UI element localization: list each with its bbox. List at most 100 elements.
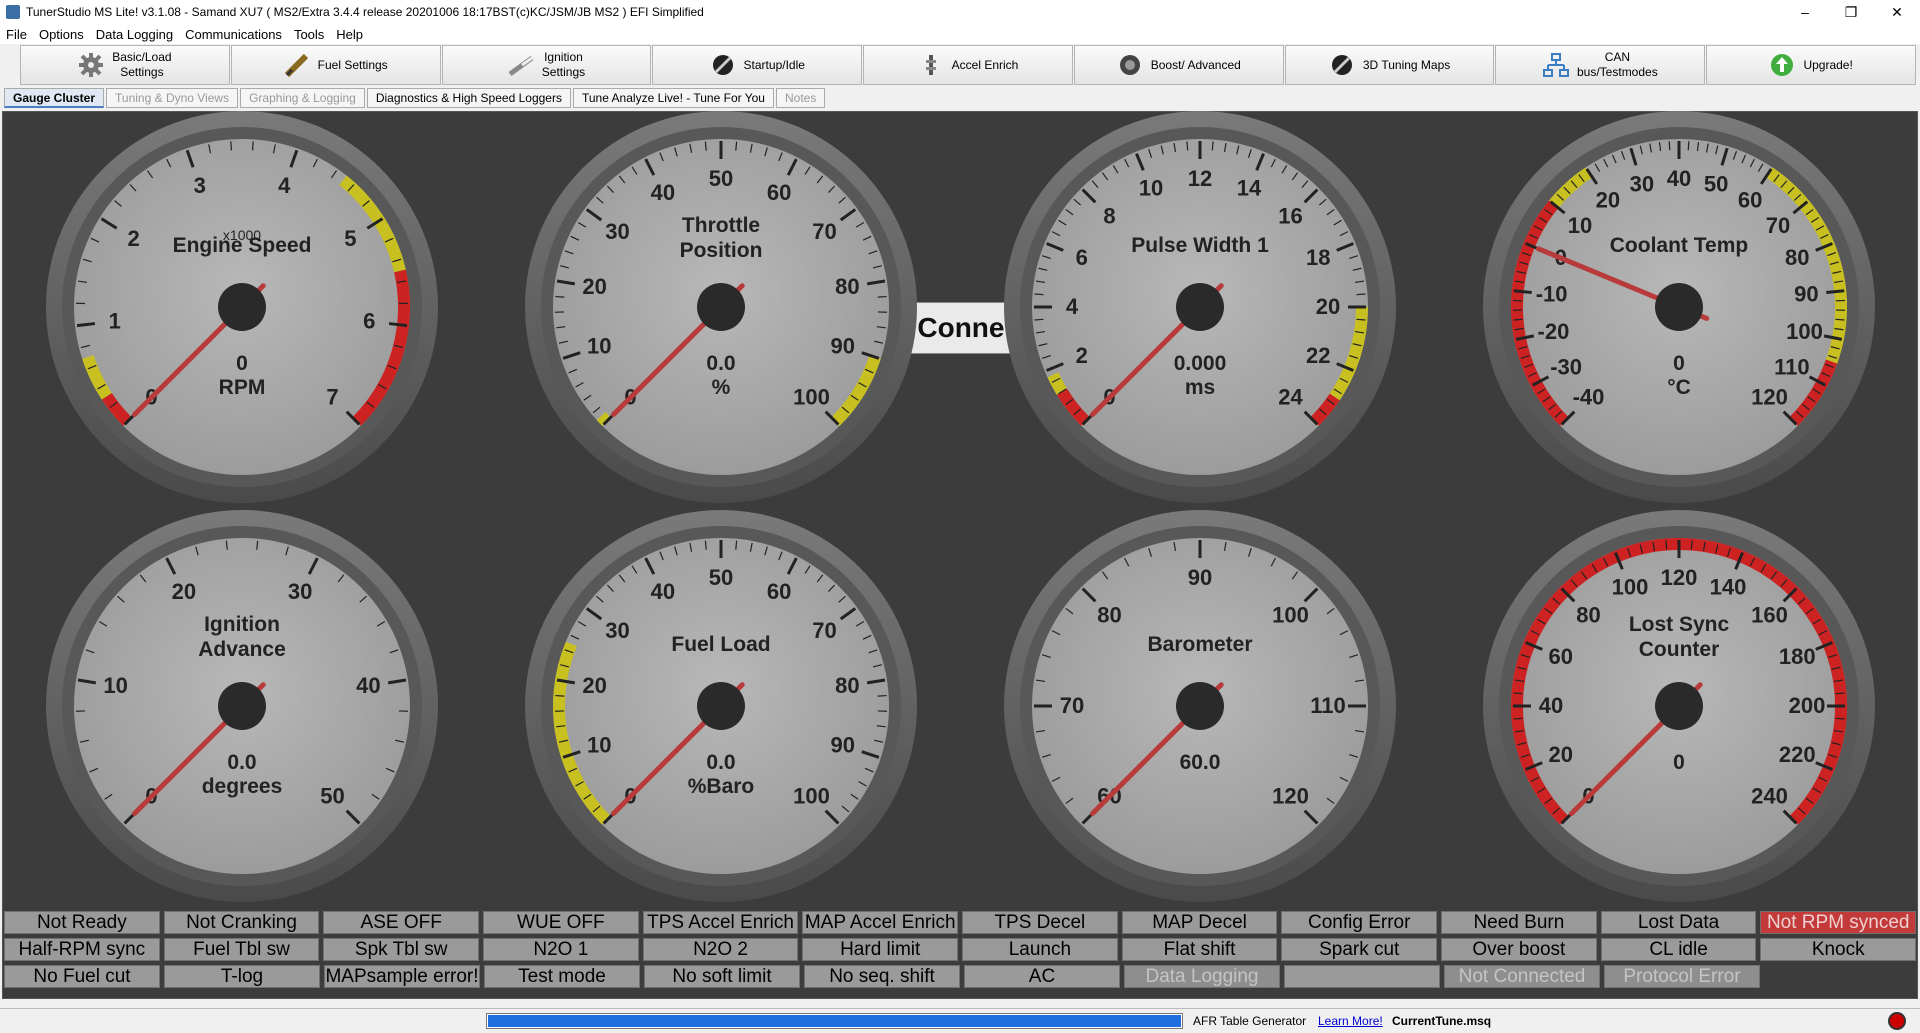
toolbar-button-label: CAN bus/Testmodes bbox=[1577, 50, 1658, 79]
toolbar-button-ignition-settings[interactable]: Ignition Settings bbox=[441, 45, 652, 85]
gauge-major-tick bbox=[1826, 289, 1845, 294]
wrench-icon bbox=[710, 52, 736, 78]
tab-tuning-dyno-views[interactable]: Tuning & Dyno Views bbox=[106, 88, 239, 108]
gauge-minor-tick bbox=[225, 540, 228, 550]
toolbar-button-fuel-settings[interactable]: Fuel Settings bbox=[230, 45, 441, 85]
gauge-tick-label: 20 bbox=[582, 274, 606, 299]
gauge-value: 0.0 bbox=[706, 352, 735, 375]
learn-more-link[interactable]: Learn More! bbox=[1318, 1014, 1383, 1028]
toolbar-button-label: Fuel Settings bbox=[317, 57, 388, 72]
gauge-minor-tick bbox=[704, 141, 707, 151]
indicator-ac: AC bbox=[964, 965, 1120, 988]
gauge-minor-tick bbox=[1687, 141, 1690, 151]
indicator-map-decel: MAP Decel bbox=[1121, 911, 1278, 934]
gauge-major-tick bbox=[388, 322, 408, 328]
gauge-tick-label: 60 bbox=[767, 579, 791, 604]
tab-gauge-cluster[interactable]: Gauge Cluster bbox=[4, 88, 105, 108]
toolbar-button-label: Boost/ Advanced bbox=[1150, 57, 1241, 72]
gauge-tick-label: 50 bbox=[320, 784, 344, 809]
toolbar-button-3d-tuning-maps[interactable]: 3D Tuning Maps bbox=[1284, 45, 1495, 85]
gauge-tick-label: 4 bbox=[278, 173, 291, 198]
gauge-tick-label: 40 bbox=[651, 180, 675, 205]
gauge-svg: 0102030405060708090100ThrottlePosition0.… bbox=[525, 111, 917, 503]
menu-file[interactable]: File bbox=[0, 27, 33, 42]
gauge-minor-tick bbox=[1665, 540, 1668, 550]
indicator-knock: Knock bbox=[1760, 938, 1917, 961]
gauge-tick-label: 80 bbox=[1785, 245, 1809, 270]
gauge-tick-label: 10 bbox=[1139, 176, 1163, 201]
gauge-throttle-position: 0102030405060708090100ThrottlePosition0.… bbox=[521, 107, 921, 507]
gauge-minor-tick bbox=[1513, 692, 1523, 695]
gauge-tick-label: 70 bbox=[1766, 213, 1790, 238]
gauge-value: 0.000 bbox=[1174, 352, 1227, 375]
gauge-svg: 0 20 40 6080 100 120 140160 180 200 220 240 Lost Sy… bbox=[1483, 510, 1875, 902]
gauge-tick-label: 10 bbox=[103, 673, 127, 698]
gauge-tick-label: 120 bbox=[1661, 565, 1698, 590]
toolbar-button-label: Upgrade! bbox=[1803, 57, 1853, 72]
gauge-title: Pulse Width 1 bbox=[1131, 234, 1269, 257]
indicator-over-boost: Over boost bbox=[1441, 938, 1597, 961]
gauge-tick-label: 100 bbox=[1272, 602, 1309, 627]
gauge-cluster: Not Connected 01234567x1000Engine Speed0… bbox=[2, 111, 1918, 999]
gauge-title: Fuel Load bbox=[671, 633, 770, 656]
maximize-button[interactable]: ❐ bbox=[1828, 0, 1874, 24]
gauge-svg: 0102030405060708090100Fuel Load0.0%Baro bbox=[525, 510, 917, 902]
gauge-tick-label: 30 bbox=[605, 618, 629, 643]
gauge-tick-label: 6 bbox=[363, 308, 375, 333]
tab-diagnostics-high-speed-loggers[interactable]: Diagnostics & High Speed Loggers bbox=[366, 88, 571, 108]
close-button[interactable]: ✕ bbox=[1874, 0, 1920, 24]
minimize-button[interactable]: – bbox=[1782, 0, 1828, 24]
gauge-major-tick bbox=[1513, 289, 1532, 294]
gauge-minor-tick bbox=[1513, 717, 1523, 720]
gauge-tick-label: 1 bbox=[109, 308, 121, 333]
toolbar-button-label: Ignition Settings bbox=[541, 50, 586, 79]
progress-fill bbox=[488, 1015, 1181, 1027]
gauge-tick-label: 60 bbox=[1738, 188, 1762, 213]
gauge-minor-tick bbox=[1668, 141, 1671, 151]
gauge-tick-label: 50 bbox=[709, 565, 733, 590]
gauge-tick-label: 110 bbox=[1310, 693, 1346, 718]
connection-status-icon bbox=[1888, 1012, 1906, 1030]
indicator-spark-cut: Spark cut bbox=[1281, 938, 1438, 961]
gauge-tick-label: 5 bbox=[344, 226, 356, 251]
toolbar-button-label: Startup/Idle bbox=[743, 57, 805, 72]
gauge-tick-label: 180 bbox=[1779, 644, 1816, 669]
menu-data-logging[interactable]: Data Logging bbox=[90, 27, 179, 42]
menu-tools[interactable]: Tools bbox=[288, 27, 330, 42]
menu-communications[interactable]: Communications bbox=[179, 27, 288, 42]
status-bar: AFR Table Generator Learn More! CurrentT… bbox=[0, 1008, 1920, 1033]
gauge-title: Barometer bbox=[1147, 633, 1252, 656]
indicator-row: Half-RPM sync Fuel Tbl sw Spk Tbl sw N2O 1N… bbox=[4, 938, 1917, 961]
gauge-tick-label: 110 bbox=[1774, 354, 1810, 379]
toolbar-button-can-bus-testmodes[interactable]: CAN bus/Testmodes bbox=[1495, 45, 1706, 85]
tab-tune-analyze-live-tune-for-you[interactable]: Tune Analyze Live! - Tune For You bbox=[572, 88, 774, 108]
gauge-tick-label: -40 bbox=[1573, 385, 1605, 410]
indicator-not-ready: Not Ready bbox=[4, 911, 160, 934]
gauge-minor-tick bbox=[735, 540, 738, 550]
gauge-major-tick bbox=[76, 322, 96, 328]
menu-options[interactable]: Options bbox=[33, 27, 90, 42]
injector-icon bbox=[284, 52, 310, 78]
tab-graphing-logging[interactable]: Graphing & Logging bbox=[240, 88, 365, 108]
toolbar-button-label: Accel Enrich bbox=[951, 57, 1019, 72]
gauge-hub bbox=[697, 283, 745, 331]
toolbar-button-upgrade[interactable]: Upgrade! bbox=[1706, 45, 1917, 85]
toolbar-button-startup-idle[interactable]: Startup/Idle bbox=[652, 45, 863, 85]
toolbar-button-accel-enrich[interactable]: Accel Enrich bbox=[863, 45, 1073, 85]
gauge-tick-label: 100 bbox=[1612, 575, 1649, 600]
gauge-value: 0 bbox=[1673, 352, 1685, 375]
gauge-tick-label: 30 bbox=[1630, 172, 1654, 197]
menu-help[interactable]: Help bbox=[330, 27, 369, 42]
gauge-tick-label: 50 bbox=[1704, 172, 1728, 197]
gauge-engine-speed: 01234567x1000Engine Speed0RPM bbox=[42, 107, 442, 507]
gauge-minor-tick bbox=[877, 295, 887, 298]
toolbar-button-basic-load-settings[interactable]: Basic/Load Settings bbox=[20, 45, 230, 85]
indicator-no-fuel-cut: No Fuel cut bbox=[4, 965, 160, 988]
gauge-title: Coolant Temp bbox=[1610, 234, 1748, 257]
gauge-minor-tick bbox=[555, 694, 565, 697]
toolbar-button-boost-advanced[interactable]: Boost/ Advanced bbox=[1073, 45, 1284, 85]
indicator-flat-shift: Flat shift bbox=[1121, 938, 1278, 961]
tab-notes[interactable]: Notes bbox=[775, 88, 826, 108]
gauge-minor-tick bbox=[1356, 318, 1366, 321]
gauge-ignition-advance: 01020304050IgnitionAdvance0.0degrees bbox=[42, 506, 442, 906]
